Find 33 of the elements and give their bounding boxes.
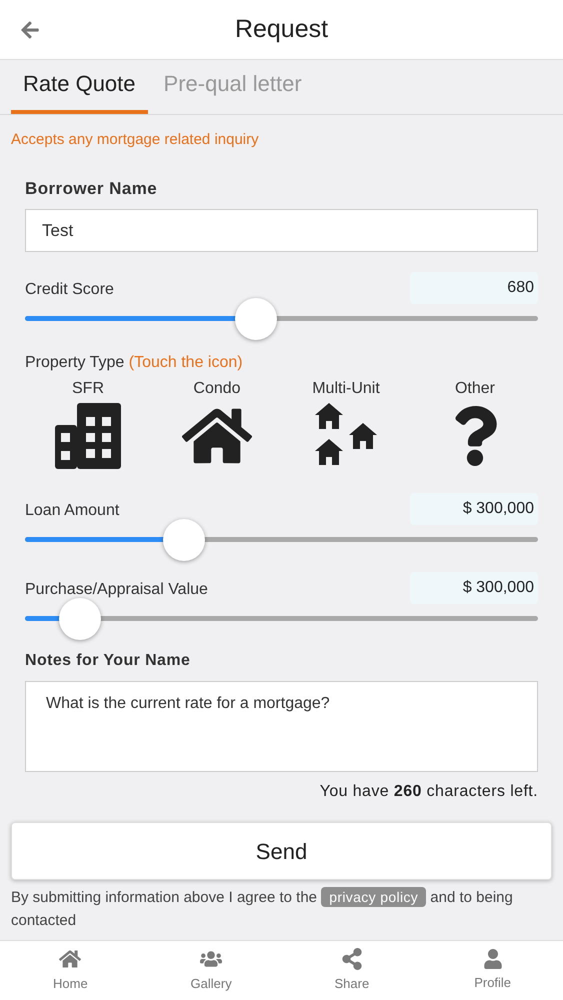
value-field[interactable]: $ 300,000 [410,572,538,604]
notes-field[interactable]: What is the current rate for a mortgage? [25,681,538,772]
slider-handle[interactable] [234,298,277,340]
property-option[interactable]: Condo [162,377,272,469]
share-icon [340,948,363,970]
field-label: Loan Amount [25,501,120,521]
send-button[interactable]: Send [11,822,552,880]
agreement-text: By submitting information above I agree to the privacy policy and to being contacted [11,886,514,931]
tab[interactable]: Rate Quote [11,67,148,114]
home-icon [59,948,82,970]
character-counter: You have 260 characters left. [320,782,538,802]
value-field[interactable]: $ 300,000 [410,493,538,525]
nav-item[interactable]: Gallery [140,941,282,1000]
property-option[interactable]: SFR [33,377,143,469]
page-title: Request [234,14,328,45]
field-label: Notes for Your Name [25,651,192,671]
value-field[interactable]: 680 [410,272,538,304]
user-icon [482,948,503,969]
nav-item[interactable]: Profile [422,941,563,1000]
notice-text: Accepts any mortgage related inquiry [10,130,260,150]
slider-handle[interactable] [59,598,102,640]
back-icon[interactable] [20,20,40,40]
field-label: Credit Score [25,280,114,300]
field-label: Purchase/Appraisal Value [25,580,208,600]
borrower-name-field[interactable]: Test [25,209,538,252]
property-type-label: Property Type (Touch the icon) [25,353,244,373]
building-icon [55,403,121,469]
nav-item[interactable]: Home [0,941,141,1000]
field-label: Borrower Name [25,178,158,200]
property-option[interactable]: Other [420,377,530,469]
nav-item[interactable]: Share [282,941,422,1000]
property-option[interactable]: Multi-Unit [291,377,401,469]
slider-handle[interactable] [163,519,206,561]
